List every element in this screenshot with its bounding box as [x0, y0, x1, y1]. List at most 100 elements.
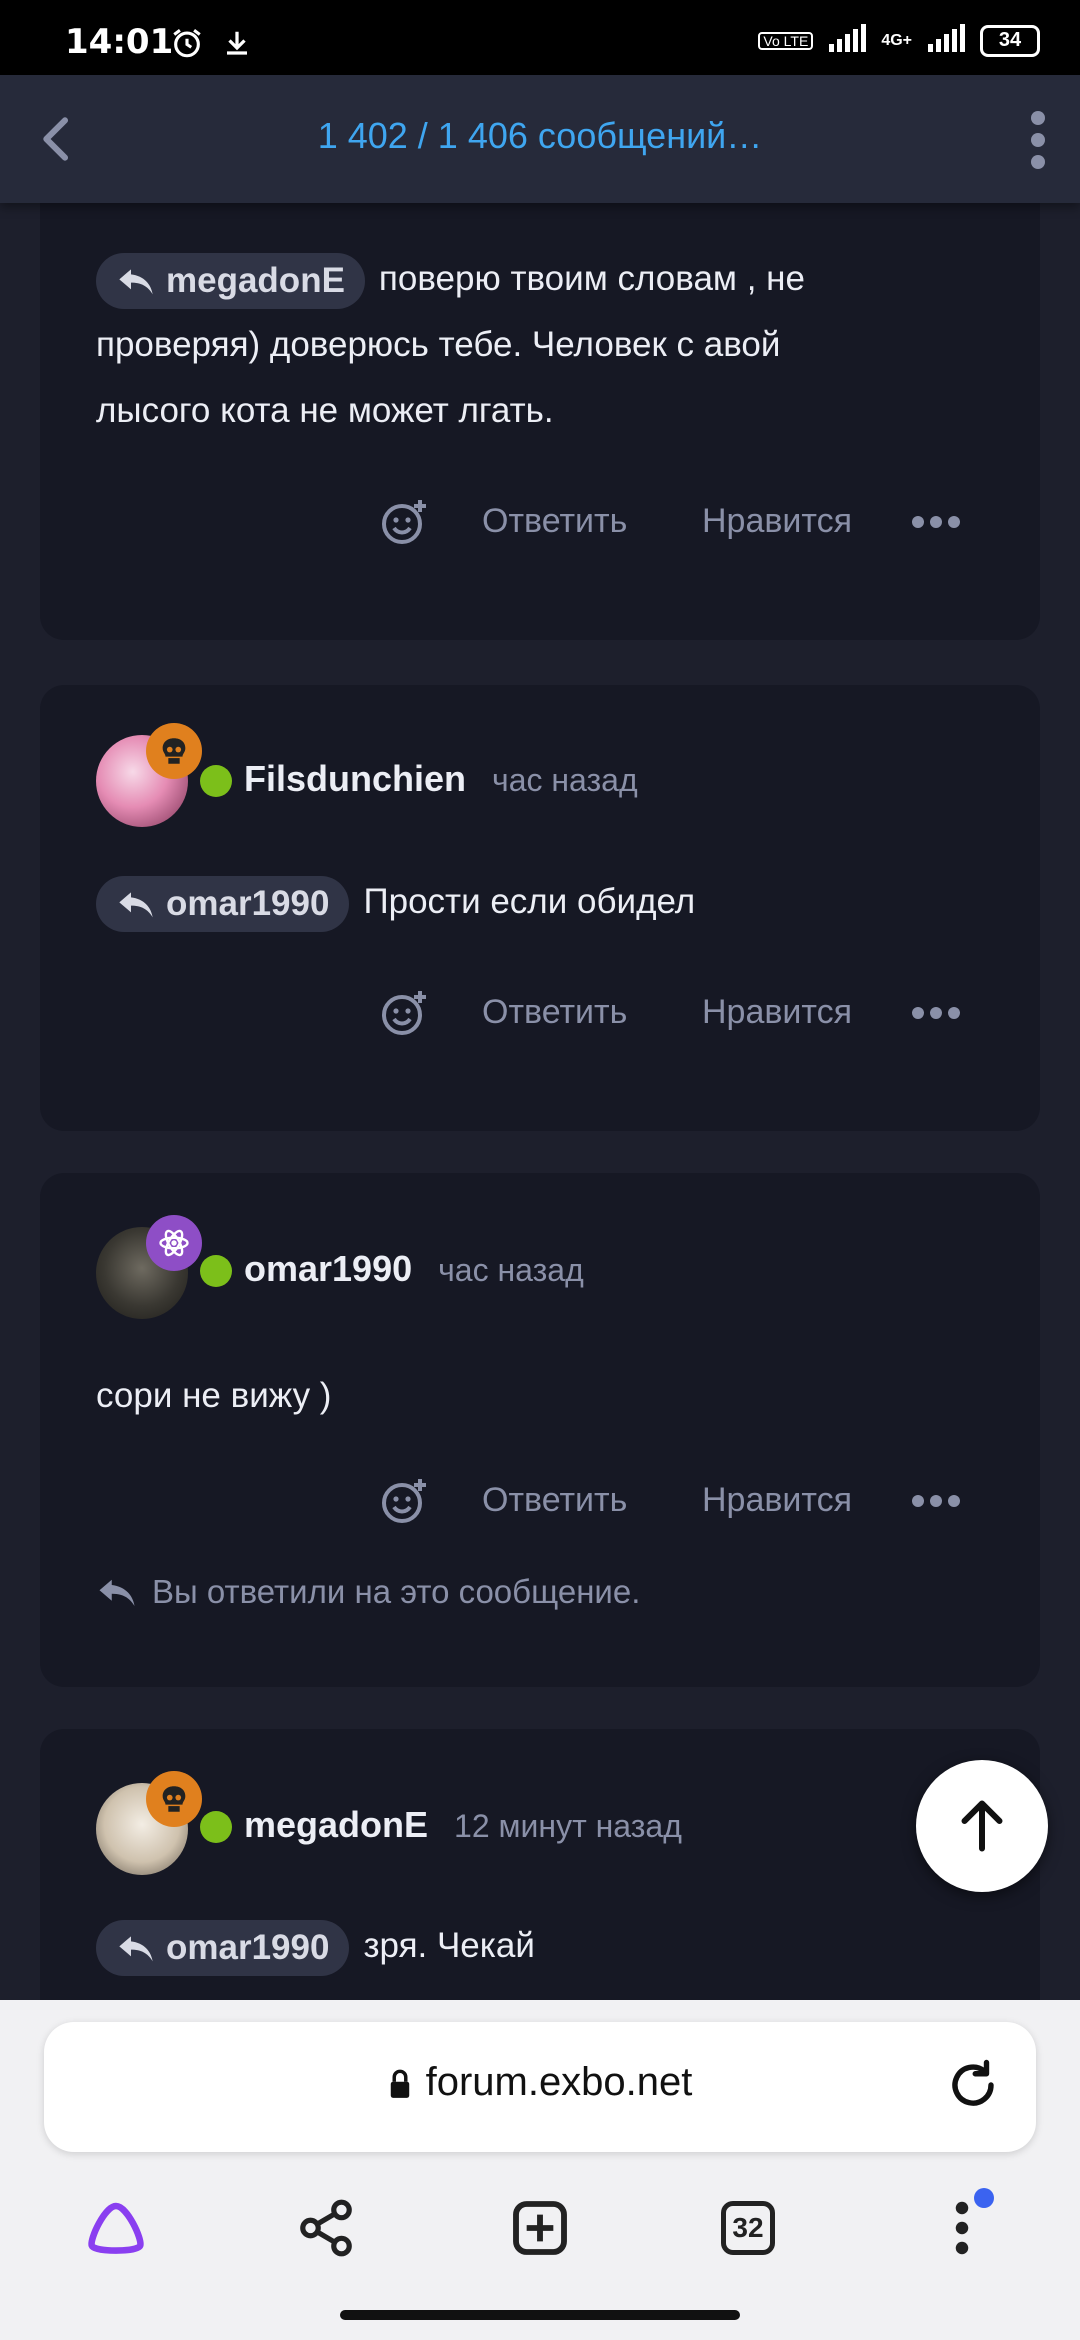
avatar[interactable] [96, 1771, 202, 1875]
url-display[interactable]: forum.exbo.net [44, 2060, 1036, 2105]
post-actions: Ответить Нравится [40, 983, 1040, 1043]
like-button[interactable]: Нравится [702, 502, 852, 541]
reply-arrow-icon [119, 892, 153, 918]
skull-badge-icon [146, 723, 202, 779]
reply-button[interactable]: Ответить [482, 1481, 627, 1520]
post-more-button[interactable] [912, 1007, 960, 1019]
avatar[interactable] [96, 723, 202, 827]
more-vert-icon [955, 2201, 969, 2255]
avatar[interactable] [96, 1215, 202, 1319]
more-horiz-icon [912, 1007, 924, 1019]
more-menu-button[interactable] [1018, 111, 1058, 169]
status-time: 14:01 [65, 22, 174, 62]
reply-arrow-icon [119, 269, 153, 295]
download-icon [222, 26, 252, 65]
new-tab-button[interactable] [504, 2192, 576, 2264]
add-reaction-icon [382, 500, 426, 544]
add-reaction-icon [382, 991, 426, 1035]
post-text-line: лысого кота не может лгать. [96, 391, 554, 430]
mention-username: megadonE [166, 260, 345, 300]
skull-badge-icon [146, 1771, 202, 1827]
volte-icon: Vo LTE [758, 31, 814, 50]
reload-icon [952, 2059, 994, 2106]
post-card-3: omar1990 час назад сори не вижу ) Ответит… [40, 1173, 1040, 1687]
online-indicator [200, 1255, 232, 1287]
post-text: сори не вижу ) [96, 1376, 332, 1415]
add-reaction-button[interactable] [380, 1477, 428, 1530]
signal-icon-2 [926, 24, 966, 57]
browser-nav: 32 [0, 2170, 1080, 2290]
post-time[interactable]: 12 минут назад [454, 1808, 682, 1844]
post-more-button[interactable] [912, 516, 960, 528]
reload-button[interactable] [946, 2058, 1000, 2117]
online-indicator [200, 765, 232, 797]
tabs-button[interactable]: 32 [712, 2192, 784, 2264]
chevron-left-icon [43, 117, 69, 161]
tabs-count-icon: 32 [721, 2201, 775, 2255]
status-bar: 14:01 Vo LTE 4G+ 34 [0, 0, 1080, 75]
post-time[interactable]: час назад [438, 1252, 584, 1288]
mention-chip[interactable]: omar1990 [96, 1919, 350, 1976]
browser-menu-button[interactable] [926, 2188, 998, 2264]
mention-username: omar1990 [166, 1927, 330, 1967]
post-text: Прости если обидел [363, 882, 696, 921]
post-author[interactable]: omar1990 час назад [244, 1248, 584, 1290]
mention-chip[interactable]: omar1990 [96, 875, 350, 932]
more-horiz-icon [912, 1495, 924, 1507]
atom-badge-icon [146, 1215, 202, 1271]
post-more-button[interactable] [912, 1495, 960, 1507]
address-bar[interactable]: forum.exbo.net [44, 2022, 1036, 2152]
post-body: megadonE поверю твоим словам , не провер… [96, 246, 1000, 444]
top-bar: 1 402 / 1 406 сообщений… [0, 75, 1080, 203]
online-indicator [200, 1811, 232, 1843]
like-button[interactable]: Нравится [702, 1481, 852, 1520]
browser-bar: forum.exbo.net 32 [0, 2000, 1080, 2340]
more-horiz-icon [912, 516, 924, 528]
battery-icon: 34 [980, 24, 1040, 57]
share-button[interactable] [290, 2192, 362, 2264]
reply-button[interactable]: Ответить [482, 993, 627, 1032]
url-text: forum.exbo.net [425, 2060, 693, 2104]
post-body: omar1990 зря. Чекай [96, 1913, 1000, 1979]
replied-note-text: Вы ответили на это сообщение. [152, 1573, 641, 1610]
scroll-top-button[interactable] [916, 1760, 1048, 1892]
post-actions: Ответить Нравится [40, 492, 1040, 552]
plus-square-icon [513, 2201, 567, 2255]
reply-button[interactable]: Ответить [482, 502, 627, 541]
share-icon [300, 2199, 352, 2257]
network-4g-label: 4G+ [881, 31, 912, 49]
post-card-1: megadonE поверю твоим словам , не провер… [40, 150, 1040, 640]
post-body: omar1990 Прости если обидел [96, 869, 1000, 935]
add-reaction-button[interactable] [380, 989, 428, 1042]
post-author[interactable]: Filsdunchien час назад [244, 758, 638, 800]
status-right-icons: Vo LTE 4G+ 34 [758, 24, 1040, 57]
home-indicator[interactable] [340, 2310, 740, 2320]
page-title[interactable]: 1 402 / 1 406 сообщений… [120, 115, 960, 157]
notification-dot [974, 2188, 994, 2208]
alice-icon [88, 2202, 144, 2254]
post-time[interactable]: час назад [492, 762, 638, 798]
mention-username: omar1990 [166, 883, 330, 923]
author-name[interactable]: omar1990 [244, 1248, 412, 1289]
post-actions: Ответить Нравится [40, 1471, 1040, 1531]
more-vert-icon [1031, 111, 1045, 125]
alarm-icon [170, 26, 204, 65]
status-left-icons [170, 26, 252, 65]
reply-arrow-icon [119, 1936, 153, 1962]
add-reaction-button[interactable] [380, 498, 428, 551]
replied-note[interactable]: Вы ответили на это сообщение. [96, 1573, 640, 1611]
alice-button[interactable] [80, 2192, 152, 2264]
post-text-line: поверю твоим словам , не [378, 259, 805, 298]
reply-arrow-icon [99, 1579, 135, 1606]
mention-chip[interactable]: megadonE [96, 252, 365, 309]
author-name[interactable]: Filsdunchien [244, 758, 466, 799]
post-card-2: Filsdunchien час назад omar1990 Прости ес… [40, 685, 1040, 1131]
signal-icon [827, 24, 867, 57]
post-author[interactable]: megadonE 12 минут назад [244, 1804, 682, 1846]
back-button[interactable] [30, 111, 86, 167]
arrow-up-icon [961, 1800, 1003, 1852]
post-body: сори не вижу ) [96, 1363, 1000, 1429]
like-button[interactable]: Нравится [702, 993, 852, 1032]
author-name[interactable]: megadonE [244, 1804, 428, 1845]
lock-icon [390, 2070, 409, 2099]
